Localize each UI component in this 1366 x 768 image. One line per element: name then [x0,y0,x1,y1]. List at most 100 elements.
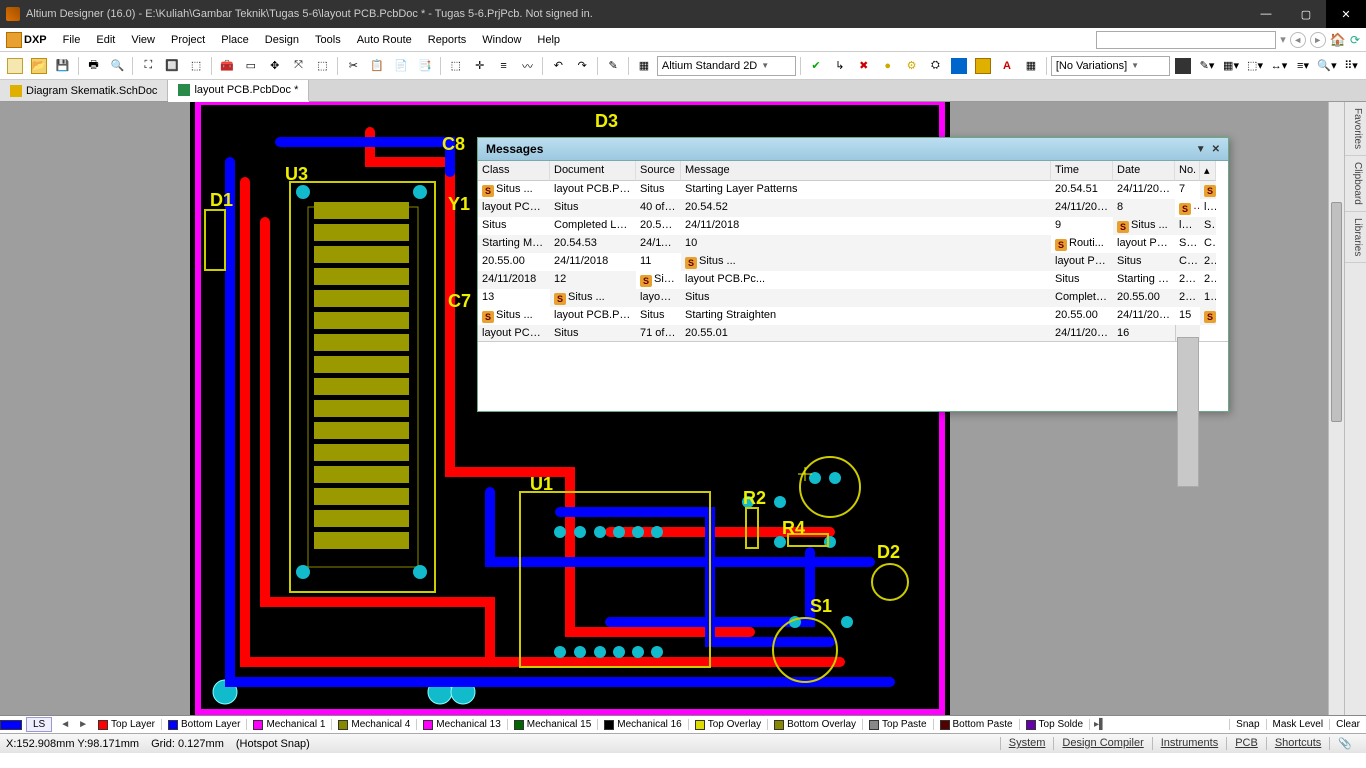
message-cell[interactable]: Starting Straighten [681,307,1051,325]
layer-tab[interactable]: Top Layer [92,719,162,730]
grid-button[interactable]: ▦ [1020,55,1042,77]
message-cell[interactable]: 20.55.00 [1175,271,1200,289]
status-pcb[interactable]: PCB [1226,737,1266,750]
chip-button[interactable] [1172,55,1194,77]
messages-titlebar[interactable]: Messages ▼ ✕ [478,138,1228,161]
message-cell[interactable]: SSitus ... [478,181,550,199]
layer-prev-button[interactable]: ◄ [56,719,74,730]
message-cell[interactable]: 24/11/2018 [1051,199,1113,217]
cog-button[interactable]: ⛭ [924,55,946,77]
panel-clipboard[interactable]: Clipboard [1345,156,1366,212]
menu-autoroute[interactable]: Auto Route [350,30,419,50]
filter-button[interactable]: ✔ [805,55,827,77]
clear-button[interactable]: ✖ [853,55,875,77]
message-cell[interactable]: SSitus ... [1113,217,1175,235]
message-cell[interactable]: 7 [1175,181,1200,199]
lasso-button[interactable]: 〰 [517,55,539,77]
message-cell[interactable]: Situs [1175,235,1200,253]
messages-dropdown-icon[interactable]: ▼ [1196,144,1206,155]
message-cell[interactable]: Starting Completion [1113,271,1175,289]
url-input[interactable] [1096,31,1276,49]
variations-dropdown[interactable]: [No Variations]▼ [1051,56,1170,76]
message-cell[interactable]: SRouti... [1200,307,1216,325]
menu-reports[interactable]: Reports [421,30,474,50]
layer-tab[interactable]: Mechanical 16 [598,719,688,730]
layer1-button[interactable] [948,55,970,77]
clear-button[interactable]: Clear [1329,719,1366,730]
tab-pcb[interactable]: layout PCB.PcbDoc * [168,80,309,102]
view-mode-dropdown[interactable]: Altium Standard 2D▼ [657,56,796,76]
message-cell[interactable]: SSitus ... [1175,199,1200,217]
new-button[interactable] [4,55,26,77]
rt-more-button[interactable]: ⠿▾ [1340,55,1362,77]
menu-design[interactable]: Design [258,30,306,50]
route-button[interactable]: ✎ [602,55,624,77]
col-scroll-top[interactable]: ▴ [1200,161,1216,181]
message-cell[interactable]: 20.54.51 [1051,181,1113,199]
canvas-scrollbar-v[interactable] [1328,102,1344,715]
message-cell[interactable]: 24/11/2018 [550,253,636,271]
message-cell[interactable]: Situs [478,217,550,235]
text-button[interactable]: A [996,55,1018,77]
message-cell[interactable]: 20.55.00 [1113,289,1175,307]
tab-schematic[interactable]: Diagram Skematik.SchDoc [0,80,168,101]
message-cell[interactable]: Completed Layer Patterns in 1 Second [550,217,636,235]
message-cell[interactable]: Completed Completion in 0 Seconds [1051,289,1113,307]
save-button[interactable]: 💾 [52,55,74,77]
open-button[interactable]: 📂 [28,55,50,77]
status-instruments[interactable]: Instruments [1152,737,1226,750]
message-cell[interactable]: 24/11/2018 [1113,307,1175,325]
board-button[interactable]: ▦ [633,55,655,77]
message-cell[interactable]: 24/11/2018 [1113,181,1175,199]
zoom-area-button[interactable]: 🔲 [161,55,183,77]
message-cell[interactable]: Situs [1113,253,1175,271]
status-design-compiler[interactable]: Design Compiler [1053,737,1151,750]
rt-dim-button[interactable]: ↔▾ [1268,55,1290,77]
status-pin-icon[interactable]: 📎 [1329,737,1360,750]
drag-button[interactable]: ⤧ [288,55,310,77]
preview-button[interactable]: 🔍 [107,55,129,77]
cut-button[interactable]: ✂ [342,55,364,77]
rt-pen-button[interactable]: ✎▾ [1196,55,1218,77]
message-cell[interactable]: SSitus ... [478,307,550,325]
message-cell[interactable]: 24/11/2018 [636,235,681,253]
message-cell[interactable]: 20.54.53 [550,235,636,253]
layer-tab[interactable]: Top Solde [1020,719,1090,730]
copy-button[interactable]: 📋 [366,55,388,77]
message-cell[interactable]: Starting Layer Patterns [681,181,1051,199]
message-cell[interactable]: Situs [681,289,1051,307]
menu-place[interactable]: Place [214,30,256,50]
layer-tab[interactable]: Mechanical 13 [417,719,507,730]
col-source[interactable]: Source [636,161,681,181]
col-document[interactable]: Document [550,161,636,181]
message-cell[interactable]: layout PCB.Pc... [550,307,636,325]
layer-tab[interactable]: Top Paste [863,719,933,730]
status-shortcuts[interactable]: Shortcuts [1266,737,1329,750]
active-layer-swatch[interactable] [0,720,22,730]
message-cell[interactable]: layout PCB.Pc... [478,325,550,341]
col-no[interactable]: No. [1175,161,1200,181]
maximize-button[interactable]: ▢ [1286,0,1326,28]
menu-help[interactable]: Help [530,30,567,50]
list-button[interactable]: ≡ [493,55,515,77]
message-cell[interactable]: SSitus ... [550,289,636,307]
message-cell[interactable]: Calculating Board Density [1200,235,1216,253]
message-cell[interactable]: SSitus ... [636,271,681,289]
message-cell[interactable]: 24/11/2018 [478,271,550,289]
rt-place-button[interactable]: ⬚▾ [1244,55,1266,77]
panel-favorites[interactable]: Favorites [1345,102,1366,156]
message-cell[interactable]: 24/11/2018 [1200,271,1216,289]
message-cell[interactable]: Situs [1051,271,1113,289]
message-cell[interactable]: layout PCB.Pc... [478,199,550,217]
message-cell[interactable]: 20.54.52 [681,199,1051,217]
redo-button[interactable]: ↷ [571,55,593,77]
message-cell[interactable]: 10 [681,235,1051,253]
snap-button[interactable]: Snap [1229,719,1265,730]
messages-scrollbar[interactable] [1175,325,1200,341]
refresh-icon[interactable]: ⟳ [1350,33,1360,47]
nets-button[interactable]: ↳ [829,55,851,77]
message-cell[interactable]: 24/11/2018 [1051,325,1113,341]
message-cell[interactable]: 20.54.53 [636,217,681,235]
layer-tab[interactable]: Mechanical 4 [332,719,417,730]
message-cell[interactable]: 20.55.00 [1200,253,1216,271]
